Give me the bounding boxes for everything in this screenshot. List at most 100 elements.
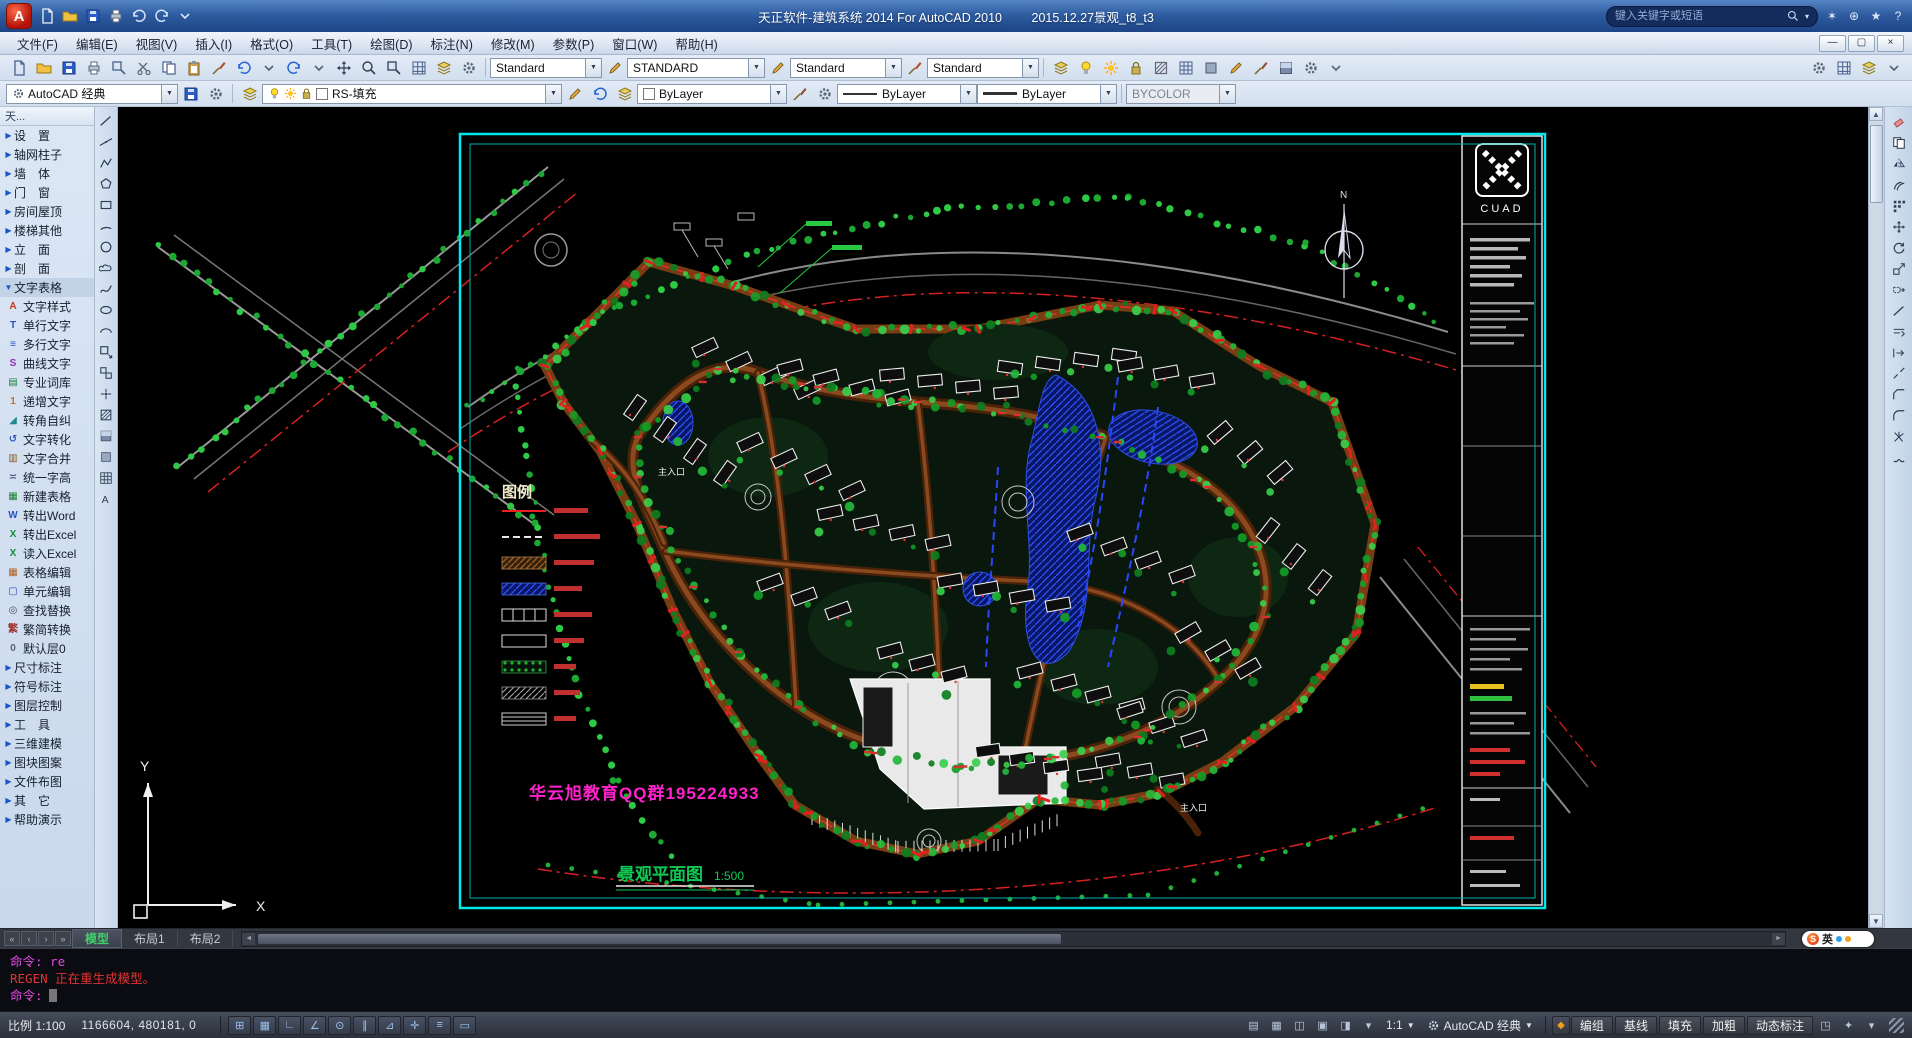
join-tool[interactable] <box>1888 447 1909 468</box>
zoom-window-button[interactable] <box>381 57 406 79</box>
sidebar-item-text-merge[interactable]: ▥ 文字合并 <box>0 449 94 468</box>
chevron-down-icon[interactable]: ▼ <box>748 59 764 77</box>
sidebar-group-settings[interactable]: ▶ 设 置 <box>0 126 94 145</box>
communication-center-icon[interactable]: ⊕ <box>1846 9 1862 23</box>
qat-redo-button[interactable] <box>151 6 173 26</box>
sidebar-item-single-text[interactable]: T 单行文字 <box>0 316 94 335</box>
ellipse-arc-tool[interactable] <box>96 320 117 341</box>
sidebar-item-table-edit[interactable]: ▦ 表格编辑 <box>0 563 94 582</box>
sidebar-group-layer-control[interactable]: ▶ 图层控制 <box>0 696 94 715</box>
hatch-button[interactable] <box>1148 57 1173 79</box>
ime-bar[interactable]: S 英 <box>1802 931 1874 947</box>
sidebar-group-file-layout[interactable]: ▶ 文件布图 <box>0 772 94 791</box>
command-line-window[interactable]: 命令: re REGEN 正在重生成模型。 命令: <box>0 948 1912 1011</box>
chevron-down-icon[interactable]: ▼ <box>1022 59 1038 77</box>
ducs-toggle[interactable]: ⊿ <box>378 1016 401 1035</box>
layer-lock-button[interactable] <box>1123 57 1148 79</box>
ime-skin-icon[interactable] <box>1845 936 1851 942</box>
gradient-tool[interactable] <box>96 425 117 446</box>
array-tool[interactable] <box>1888 195 1909 216</box>
more-dropdown[interactable] <box>1323 57 1348 79</box>
point-tool[interactable] <box>96 383 117 404</box>
lock-icon[interactable] <box>300 87 313 100</box>
line-tool[interactable] <box>96 110 117 131</box>
polar-toggle[interactable]: ∠ <box>303 1016 326 1035</box>
scale-readout[interactable]: 比例 1:100 <box>8 1017 65 1034</box>
chamfer-tool[interactable] <box>1888 384 1909 405</box>
annotation-dropdown[interactable]: ▾ <box>1358 1016 1379 1035</box>
dyn-toggle[interactable]: ✛ <box>403 1016 426 1035</box>
chevron-down-icon[interactable]: ▼ <box>585 59 601 77</box>
tianzheng-toggle[interactable]: 加粗 <box>1703 1016 1745 1035</box>
linetype-combo[interactable]: ByLayer ▼ <box>837 84 977 104</box>
sidebar-group-section[interactable]: ▶ 剖 面 <box>0 259 94 278</box>
construction-line-tool[interactable] <box>96 131 117 152</box>
redo-button[interactable] <box>281 57 306 79</box>
linetype-tool-button[interactable] <box>812 83 837 105</box>
qat-customize-button[interactable] <box>174 6 196 26</box>
table-button[interactable] <box>1173 57 1198 79</box>
quick-view-drawings-button[interactable]: ▣ <box>1312 1016 1333 1035</box>
sidebar-item-find-replace[interactable]: ◎ 查找替换 <box>0 601 94 620</box>
paste-button[interactable] <box>181 57 206 79</box>
sidebar-group-misc[interactable]: ▶ 其 它 <box>0 791 94 810</box>
qat-undo-button[interactable] <box>128 6 150 26</box>
trim-tool[interactable] <box>1888 321 1909 342</box>
lwt-toggle[interactable]: ≡ <box>428 1016 451 1035</box>
sun-icon[interactable] <box>284 87 297 100</box>
tab-nav-button[interactable]: » <box>55 931 71 946</box>
plot-preview-button[interactable] <box>106 57 131 79</box>
arc-tool[interactable] <box>96 215 117 236</box>
sidebar-item-corner-fix[interactable]: ◢ 转角自纠 <box>0 411 94 430</box>
menu-item[interactable]: 绘图(D) <box>361 32 421 55</box>
ellipse-tool[interactable] <box>96 299 117 320</box>
group-toggle-icon[interactable]: ◆ <box>1552 1016 1570 1035</box>
designcenter-button[interactable] <box>431 57 456 79</box>
rotate-tool[interactable] <box>1888 237 1909 258</box>
menu-item[interactable]: 帮助(H) <box>666 32 726 55</box>
menu-item[interactable]: 修改(M) <box>482 32 544 55</box>
stretch-tool[interactable] <box>1888 279 1909 300</box>
minimize-button[interactable]: — <box>1819 35 1846 52</box>
sidebar-group-elevation[interactable]: ▶ 立 面 <box>0 240 94 259</box>
erase-tool[interactable] <box>1888 111 1909 132</box>
zoom-realtime-button[interactable] <box>356 57 381 79</box>
edit-text-button[interactable] <box>1223 57 1248 79</box>
tianzheng-toggle[interactable]: 基线 <box>1615 1016 1657 1035</box>
make-current-button[interactable] <box>562 83 587 105</box>
palette-button[interactable] <box>1856 57 1881 79</box>
annotation-scale-button[interactable]: ◨ <box>1335 1016 1356 1035</box>
table-style-combo[interactable]: Standard▼ <box>790 58 902 78</box>
table-style-edit-button[interactable] <box>902 57 927 79</box>
workspace-switch-combo[interactable]: AutoCAD 经典 ▼ <box>1427 1017 1533 1034</box>
ime-settings-icon[interactable] <box>1836 936 1842 942</box>
sidebar-group-3d-model[interactable]: ▶ 三维建模 <box>0 734 94 753</box>
lightbulb-icon[interactable] <box>268 87 281 100</box>
menu-item[interactable]: 格式(O) <box>241 32 302 55</box>
menu-item[interactable]: 视图(V) <box>127 32 187 55</box>
search-dropdown-icon[interactable]: ▾ <box>1803 12 1811 21</box>
layout-button[interactable]: ▦ <box>1266 1016 1287 1035</box>
search-input[interactable] <box>1613 9 1783 23</box>
menu-item[interactable]: 工具(T) <box>302 32 361 55</box>
sidebar-group-help-demo[interactable]: ▶ 帮助演示 <box>0 810 94 829</box>
sidebar-item-cell-edit[interactable]: ▢ 单元编辑 <box>0 582 94 601</box>
cut-button[interactable] <box>131 57 156 79</box>
text-style-combo[interactable]: Standard▼ <box>490 58 602 78</box>
polygon-tool[interactable] <box>96 173 117 194</box>
pan-button[interactable] <box>331 57 356 79</box>
dim-style-combo[interactable]: STANDARD▼ <box>627 58 765 78</box>
extra-dropdown[interactable] <box>1881 57 1906 79</box>
layer-manager-button[interactable] <box>237 83 262 105</box>
offset-tool[interactable] <box>1888 174 1909 195</box>
app-logo-icon[interactable]: A <box>6 3 32 29</box>
tab-layout2[interactable]: 布局2 <box>178 930 234 947</box>
new-button[interactable] <box>6 57 31 79</box>
move-tool[interactable] <box>1888 216 1909 237</box>
undo-button[interactable] <box>231 57 256 79</box>
copy-tool[interactable] <box>1888 132 1909 153</box>
layer-states2-button[interactable] <box>612 83 637 105</box>
open-button[interactable] <box>31 57 56 79</box>
osnap-toggle[interactable]: ⊙ <box>328 1016 351 1035</box>
tab-nav-button[interactable]: ‹ <box>21 931 37 946</box>
